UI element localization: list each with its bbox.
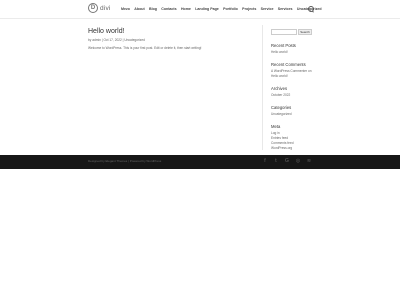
google-plus-icon[interactable]: G bbox=[284, 158, 290, 165]
archive-link[interactable]: October 2022 bbox=[271, 93, 290, 97]
nav-item-portfolio[interactable]: Portfolio bbox=[223, 7, 238, 11]
logo-text: divi bbox=[100, 4, 111, 12]
post-title[interactable]: Hello world! bbox=[88, 28, 256, 35]
widget-recent-posts: Recent Posts Hello world! bbox=[271, 43, 313, 55]
widget-title: Archives bbox=[271, 86, 288, 91]
main-content: Hello world! by admin | Oct 17, 2022 | U… bbox=[88, 28, 256, 50]
recent-post-link[interactable]: Hello world! bbox=[271, 50, 288, 54]
nav-item-about[interactable]: About bbox=[134, 7, 144, 11]
nav-item-contacts[interactable]: Contacts bbox=[161, 7, 176, 11]
instagram-icon[interactable]: ◎ bbox=[295, 158, 301, 165]
rss-icon[interactable]: ≋ bbox=[306, 158, 312, 165]
facebook-icon[interactable]: f bbox=[262, 158, 268, 165]
widget-recent-comments: Recent Comments A WordPress Commenter on… bbox=[271, 62, 313, 79]
widget-title: Meta bbox=[271, 124, 281, 129]
meta-link-entries-feed[interactable]: Entries feed bbox=[271, 136, 288, 140]
main-nav: Mezo About Blog Contacts Home Landing Pa… bbox=[121, 0, 326, 18]
social-icons: f t G ◎ ≋ bbox=[262, 158, 312, 165]
post-meta: by admin | Oct 17, 2022 | Uncategorized bbox=[88, 38, 145, 42]
widget-categories: Categories Uncategorized bbox=[271, 105, 313, 117]
nav-item-landing-page[interactable]: Landing Page bbox=[195, 7, 219, 11]
twitter-icon[interactable]: t bbox=[273, 158, 279, 165]
widget-title: Categories bbox=[271, 105, 292, 110]
nav-item-services[interactable]: Services bbox=[278, 7, 293, 11]
nav-item-mezo[interactable]: Mezo bbox=[121, 7, 130, 11]
widget-title: Recent Posts bbox=[271, 43, 296, 48]
footer-bar: Designed by Elegant Themes | Powered by … bbox=[0, 155, 400, 169]
widget-archives: Archives October 2022 bbox=[271, 86, 313, 98]
meta-link-wordpress-org[interactable]: WordPress.org bbox=[271, 146, 292, 150]
sidebar-search: Search bbox=[271, 28, 313, 36]
sidebar-divider bbox=[262, 25, 263, 150]
category-link[interactable]: Uncategorized bbox=[271, 112, 292, 116]
recent-comment-link[interactable]: A WordPress Commenter on Hello world! bbox=[271, 69, 312, 78]
nav-item-blog[interactable]: Blog bbox=[149, 7, 157, 11]
footer-credits: Designed by Elegant Themes | Powered by … bbox=[88, 159, 162, 163]
nav-item-service[interactable]: Service bbox=[261, 7, 274, 11]
sidebar: Search Recent Posts Hello world! Recent … bbox=[271, 28, 313, 151]
site-header: D divi Mezo About Blog Contacts Home Lan… bbox=[0, 0, 400, 18]
logo-icon: D bbox=[88, 3, 98, 13]
search-input[interactable] bbox=[271, 29, 297, 35]
meta-link-login[interactable]: Log in bbox=[271, 131, 280, 135]
nav-item-home[interactable]: Home bbox=[181, 7, 191, 11]
widget-title: Recent Comments bbox=[271, 62, 306, 67]
nav-item-projects[interactable]: Projects bbox=[242, 7, 256, 11]
search-icon[interactable] bbox=[308, 6, 314, 12]
post-excerpt: Welcome to WordPress. This is your first… bbox=[88, 46, 202, 50]
meta-link-comments-feed[interactable]: Comments feed bbox=[271, 141, 294, 145]
widget-meta: Meta Log in Entries feed Comments feed W… bbox=[271, 124, 313, 151]
search-button[interactable]: Search bbox=[298, 29, 312, 35]
site-logo[interactable]: D divi bbox=[88, 3, 111, 13]
